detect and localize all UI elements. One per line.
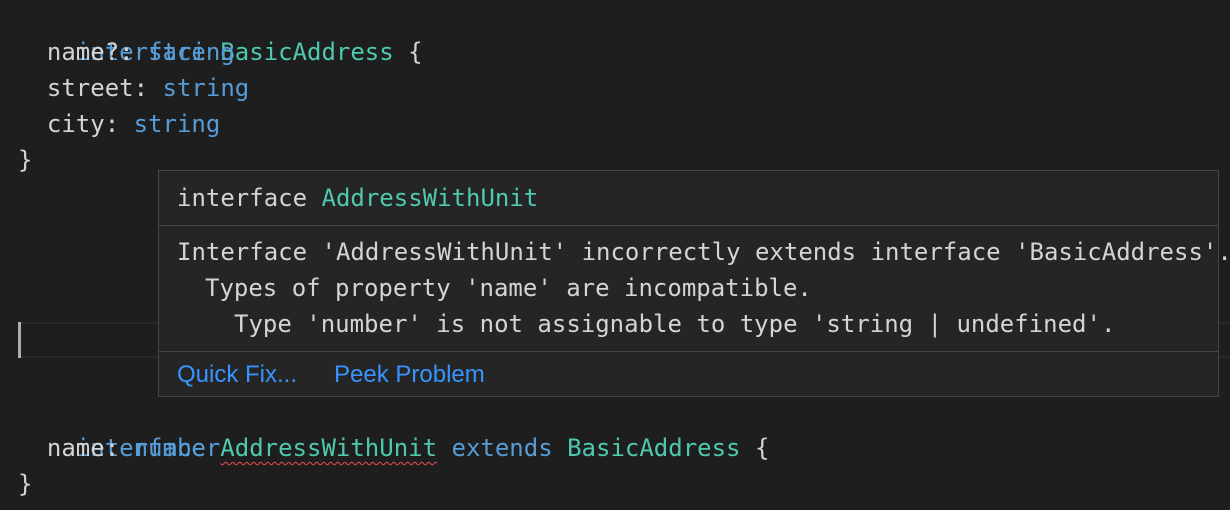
interface-name-error[interactable]: AddressWithUnit	[220, 434, 437, 462]
signature-keyword: interface	[177, 184, 308, 212]
quick-fix-link[interactable]: Quick Fix...	[177, 358, 297, 392]
hover-actions: Quick Fix... Peek Problem	[159, 352, 1218, 396]
text-cursor	[18, 322, 21, 358]
error-message: Interface 'AddressWithUnit' incorrectly …	[159, 226, 1230, 352]
code-line-1[interactable]: interface BasicAddress {	[18, 0, 423, 66]
property-name: name?	[46, 38, 120, 66]
colon: :	[104, 110, 120, 138]
code-line-2[interactable]: name?: string	[18, 34, 235, 70]
open-brace: {	[754, 434, 770, 462]
code-line-12[interactable]: }	[18, 466, 32, 502]
property-name: name	[46, 434, 105, 462]
signature-name: AddressWithUnit	[321, 184, 539, 212]
property-type: string	[162, 74, 250, 102]
interface-name: BasicAddress	[220, 38, 394, 66]
hover-widget[interactable]: interface AddressWithUnit Interface 'Add…	[158, 170, 1230, 397]
hover-signature: interface AddressWithUnit	[159, 171, 1218, 226]
code-line-3[interactable]: street: string	[18, 70, 249, 106]
property-type: string	[133, 110, 221, 138]
property-name: street	[46, 74, 134, 102]
colon: :	[119, 38, 134, 66]
keyword-extends: extends	[451, 434, 553, 462]
code-line-4[interactable]: city: string	[18, 106, 220, 142]
peek-problem-link[interactable]: Peek Problem	[334, 358, 485, 392]
code-line-10[interactable]: interface AddressWithUnit extends BasicA…	[18, 394, 770, 462]
error-message-line: Type 'number' is not assignable to type …	[234, 310, 1116, 338]
base-interface-name: BasicAddress	[567, 434, 741, 462]
property-name: city	[46, 110, 105, 138]
open-brace: {	[408, 38, 423, 66]
colon: :	[104, 434, 120, 462]
close-brace: }	[18, 146, 33, 174]
code-line-5[interactable]: }	[18, 142, 32, 178]
close-brace: }	[18, 470, 33, 498]
code-line-11[interactable]: name: number	[18, 430, 220, 466]
property-type: string	[148, 38, 235, 66]
error-message-line: Interface 'AddressWithUnit' incorrectly …	[177, 238, 1230, 266]
error-message-line: Types of property 'name' are incompatibl…	[205, 274, 812, 302]
colon: :	[133, 74, 149, 102]
property-type: number	[133, 434, 221, 462]
